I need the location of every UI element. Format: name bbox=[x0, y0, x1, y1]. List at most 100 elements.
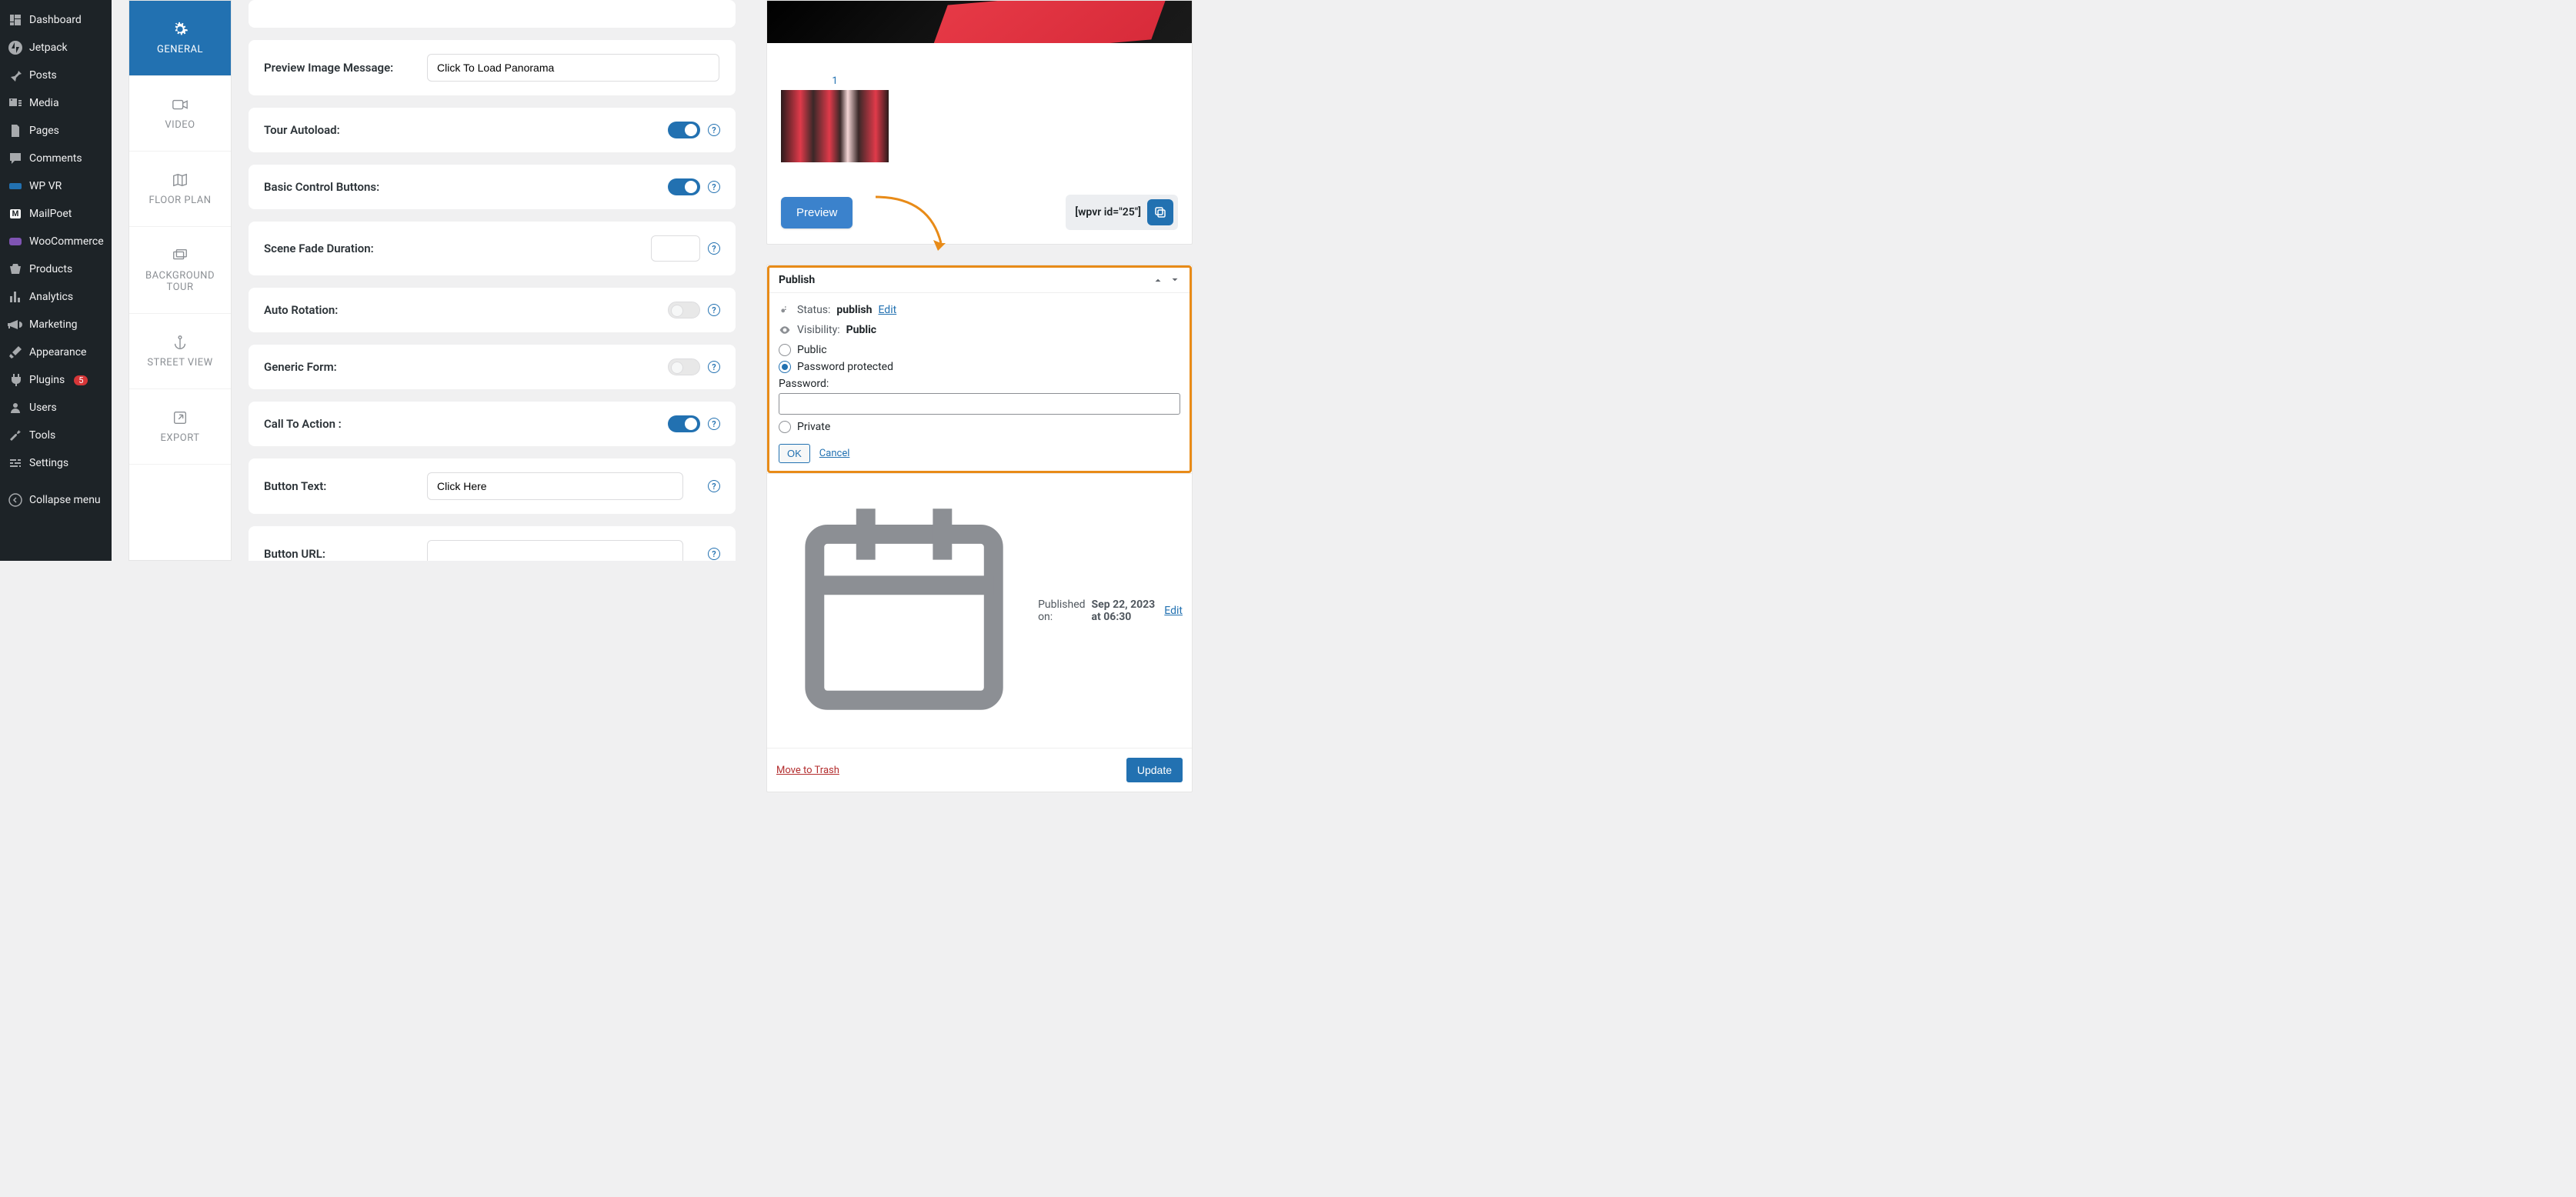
tab-label: GENERAL bbox=[157, 44, 203, 55]
tab-streetview[interactable]: STREET VIEW bbox=[129, 314, 231, 389]
toggle-auto-rotation[interactable] bbox=[668, 302, 700, 318]
help-icon[interactable]: ? bbox=[708, 242, 720, 255]
sidebar-item-products[interactable]: Products bbox=[0, 255, 112, 283]
radio-label: Private bbox=[797, 421, 830, 433]
general-settings-form: Preview Image Message: Tour Autoload: ? … bbox=[232, 0, 752, 561]
input-scene-fade[interactable] bbox=[651, 235, 700, 262]
sidebar-item-mailpoet[interactable]: M MailPoet bbox=[0, 200, 112, 228]
calendar-icon bbox=[776, 483, 1032, 739]
help-icon[interactable]: ? bbox=[708, 181, 720, 193]
update-button[interactable]: Update bbox=[1126, 758, 1183, 782]
mailpoet-icon: M bbox=[8, 206, 23, 222]
sidebar-item-jetpack[interactable]: Jetpack bbox=[0, 34, 112, 62]
sidebar-item-plugins[interactable]: Plugins5 bbox=[0, 366, 112, 394]
export-icon bbox=[172, 409, 189, 426]
sidebar-label: WooCommerce bbox=[29, 235, 104, 248]
help-icon[interactable]: ? bbox=[708, 361, 720, 373]
published-on-value: Sep 22, 2023 at 06:30 bbox=[1092, 598, 1159, 623]
sidebar-item-analytics[interactable]: Analytics bbox=[0, 283, 112, 311]
sidebar-item-users[interactable]: Users bbox=[0, 394, 112, 422]
sidebar-label: Tools bbox=[29, 429, 55, 442]
sidebar-label: Marketing bbox=[29, 318, 78, 331]
row-topcut bbox=[249, 0, 736, 28]
sidebar-item-woocommerce[interactable]: WooCommerce bbox=[0, 228, 112, 255]
help-icon[interactable]: ? bbox=[708, 124, 720, 136]
sidebar-item-media[interactable]: Media bbox=[0, 89, 112, 117]
preview-button[interactable]: Preview bbox=[781, 197, 853, 228]
input-button-url[interactable] bbox=[427, 540, 683, 561]
scene-thumbnail[interactable] bbox=[781, 90, 889, 162]
collapse-icon bbox=[8, 492, 23, 508]
sidebar-label: Pages bbox=[29, 125, 59, 137]
visibility-option-public[interactable]: Public bbox=[779, 344, 1180, 356]
vertical-tabs: GENERAL VIDEO FLOOR PLAN BACKGROUND TOUR… bbox=[128, 0, 232, 561]
sidebar-collapse[interactable]: Collapse menu bbox=[0, 486, 112, 514]
sidebar-label: MailPoet bbox=[29, 208, 72, 220]
ok-button[interactable]: OK bbox=[779, 444, 810, 463]
radio-icon bbox=[779, 421, 791, 433]
sidebar-label: Settings bbox=[29, 457, 68, 469]
pin-icon bbox=[8, 68, 23, 83]
help-icon[interactable]: ? bbox=[708, 304, 720, 316]
help-icon[interactable]: ? bbox=[708, 548, 720, 560]
label-scene-fade: Scene Fade Duration: bbox=[264, 242, 418, 255]
plug-icon bbox=[8, 372, 23, 388]
visibility-value: Public bbox=[846, 324, 876, 336]
chevron-down-icon[interactable] bbox=[1170, 275, 1180, 285]
dashboard-icon bbox=[8, 12, 23, 28]
eye-icon bbox=[779, 324, 791, 336]
sidebar-label: Users bbox=[29, 402, 57, 414]
toggle-basic-controls[interactable] bbox=[668, 178, 700, 195]
copy-shortcode-button[interactable] bbox=[1147, 199, 1173, 225]
chevron-up-icon[interactable] bbox=[1153, 275, 1163, 285]
help-icon[interactable]: ? bbox=[708, 480, 720, 492]
thumb-number: 1 bbox=[781, 75, 889, 87]
tab-video[interactable]: VIDEO bbox=[129, 76, 231, 152]
tab-label: VIDEO bbox=[165, 119, 195, 131]
toggle-generic-form[interactable] bbox=[668, 358, 700, 375]
tab-export[interactable]: EXPORT bbox=[129, 389, 231, 465]
input-preview-message[interactable] bbox=[427, 54, 719, 82]
video-icon bbox=[172, 96, 189, 113]
publish-metabox: Publish Status: publish Edit bbox=[766, 265, 1193, 792]
anchor-icon bbox=[172, 334, 189, 351]
sidebar-item-tools[interactable]: Tools bbox=[0, 422, 112, 449]
toggle-cta[interactable] bbox=[668, 415, 700, 432]
edit-date-link[interactable]: Edit bbox=[1164, 605, 1183, 617]
media-icon bbox=[8, 95, 23, 111]
sidebar-item-wpvr[interactable]: WP VR bbox=[0, 172, 112, 200]
visibility-option-private[interactable]: Private bbox=[779, 421, 1180, 433]
edit-status-link[interactable]: Edit bbox=[878, 304, 896, 316]
input-button-text[interactable] bbox=[427, 472, 683, 500]
sidebar-item-appearance[interactable]: Appearance bbox=[0, 338, 112, 366]
tab-general[interactable]: GENERAL bbox=[129, 1, 231, 76]
password-label: Password: bbox=[779, 378, 1180, 390]
woocommerce-icon bbox=[8, 234, 23, 249]
tab-floorplan[interactable]: FLOOR PLAN bbox=[129, 152, 231, 227]
move-to-trash-link[interactable]: Move to Trash bbox=[776, 765, 839, 776]
published-on-line: Published on: Sep 22, 2023 at 06:30 Edit bbox=[767, 473, 1192, 748]
password-input[interactable] bbox=[779, 393, 1180, 415]
analytics-icon bbox=[8, 289, 23, 305]
sidebar-item-pages[interactable]: Pages bbox=[0, 117, 112, 145]
sidebar-item-dashboard[interactable]: Dashboard bbox=[0, 6, 112, 34]
sidebar-label: Analytics bbox=[29, 291, 73, 303]
sidebar-label: Media bbox=[29, 97, 59, 109]
publish-status-line: Status: publish Edit bbox=[779, 304, 1180, 316]
scene-thumbnails: 1 bbox=[781, 75, 1178, 162]
brush-icon bbox=[8, 345, 23, 360]
tab-label: FLOOR PLAN bbox=[149, 195, 212, 206]
sidebar-item-posts[interactable]: Posts bbox=[0, 62, 112, 89]
sidebar-item-settings[interactable]: Settings bbox=[0, 449, 112, 477]
status-value: publish bbox=[836, 304, 872, 316]
right-column: 1 Preview [wpvr id="25"] bbox=[752, 0, 1206, 561]
tab-bgtour[interactable]: BACKGROUND TOUR bbox=[129, 227, 231, 314]
megaphone-icon bbox=[8, 317, 23, 332]
visibility-option-password[interactable]: Password protected bbox=[779, 361, 1180, 373]
help-icon[interactable]: ? bbox=[708, 418, 720, 430]
sidebar-item-marketing[interactable]: Marketing bbox=[0, 311, 112, 338]
cancel-link[interactable]: Cancel bbox=[819, 448, 850, 459]
label-auto-rotation: Auto Rotation: bbox=[264, 303, 418, 317]
sidebar-item-comments[interactable]: Comments bbox=[0, 145, 112, 172]
toggle-tour-autoload[interactable] bbox=[668, 122, 700, 138]
